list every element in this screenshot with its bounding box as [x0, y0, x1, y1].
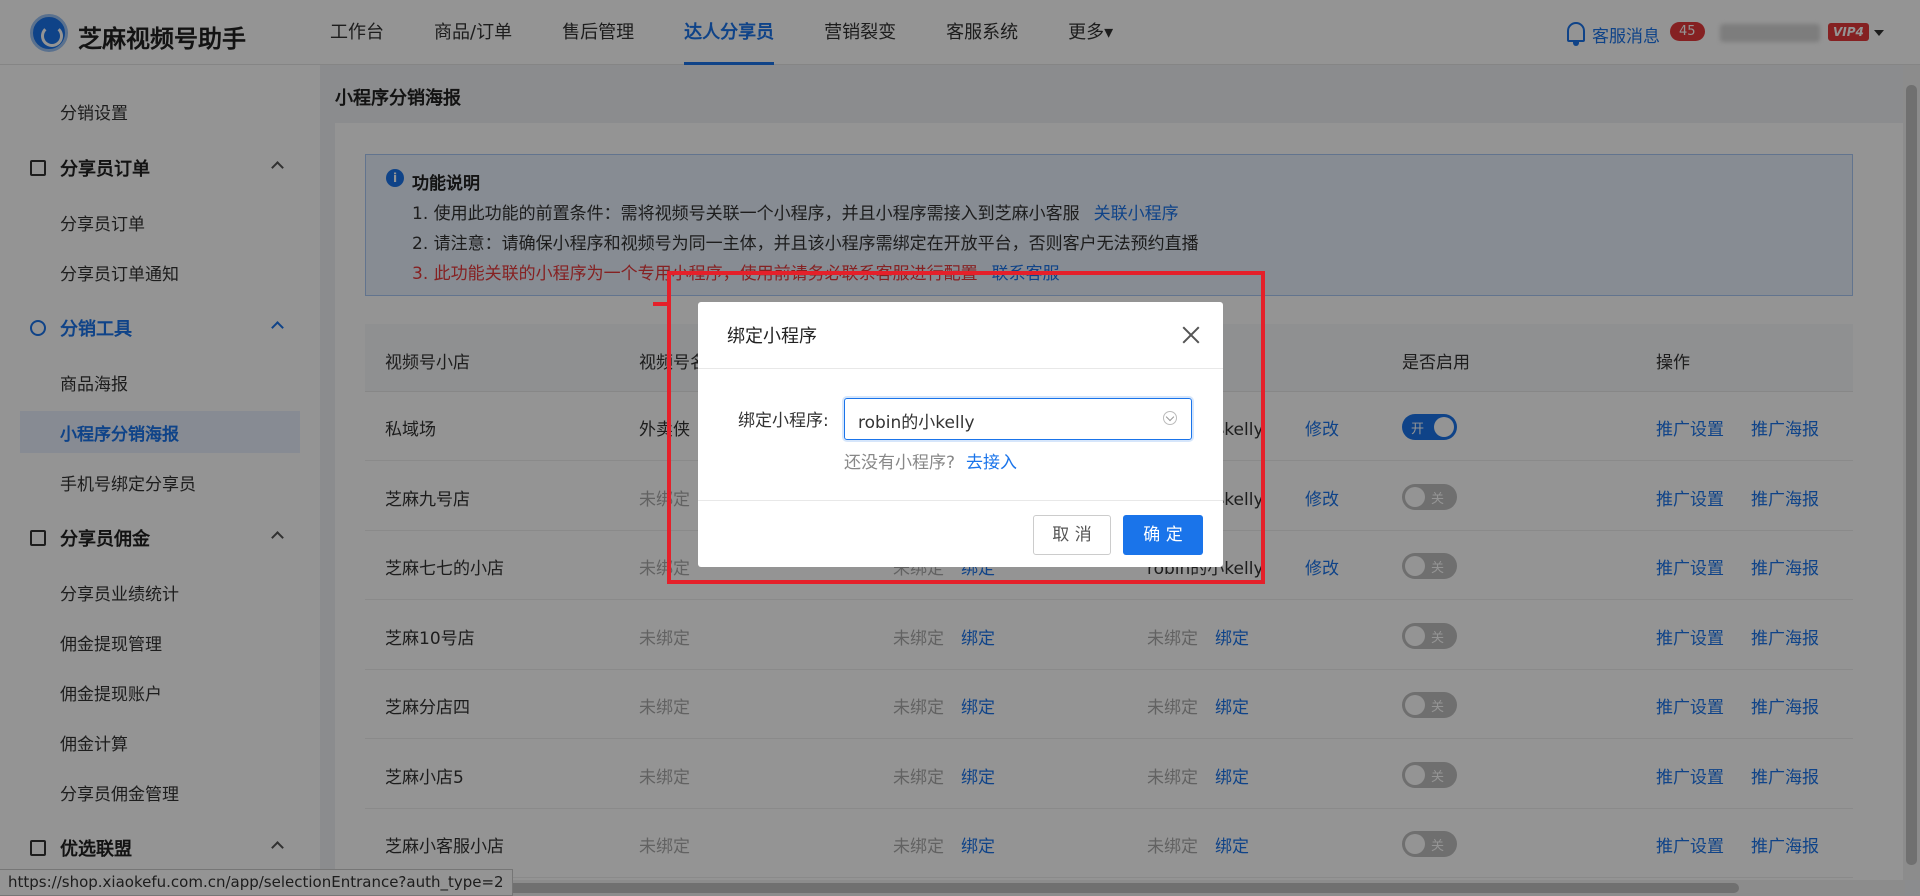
annotation-dash	[653, 302, 667, 306]
annotation-highlight-box	[667, 271, 1265, 584]
